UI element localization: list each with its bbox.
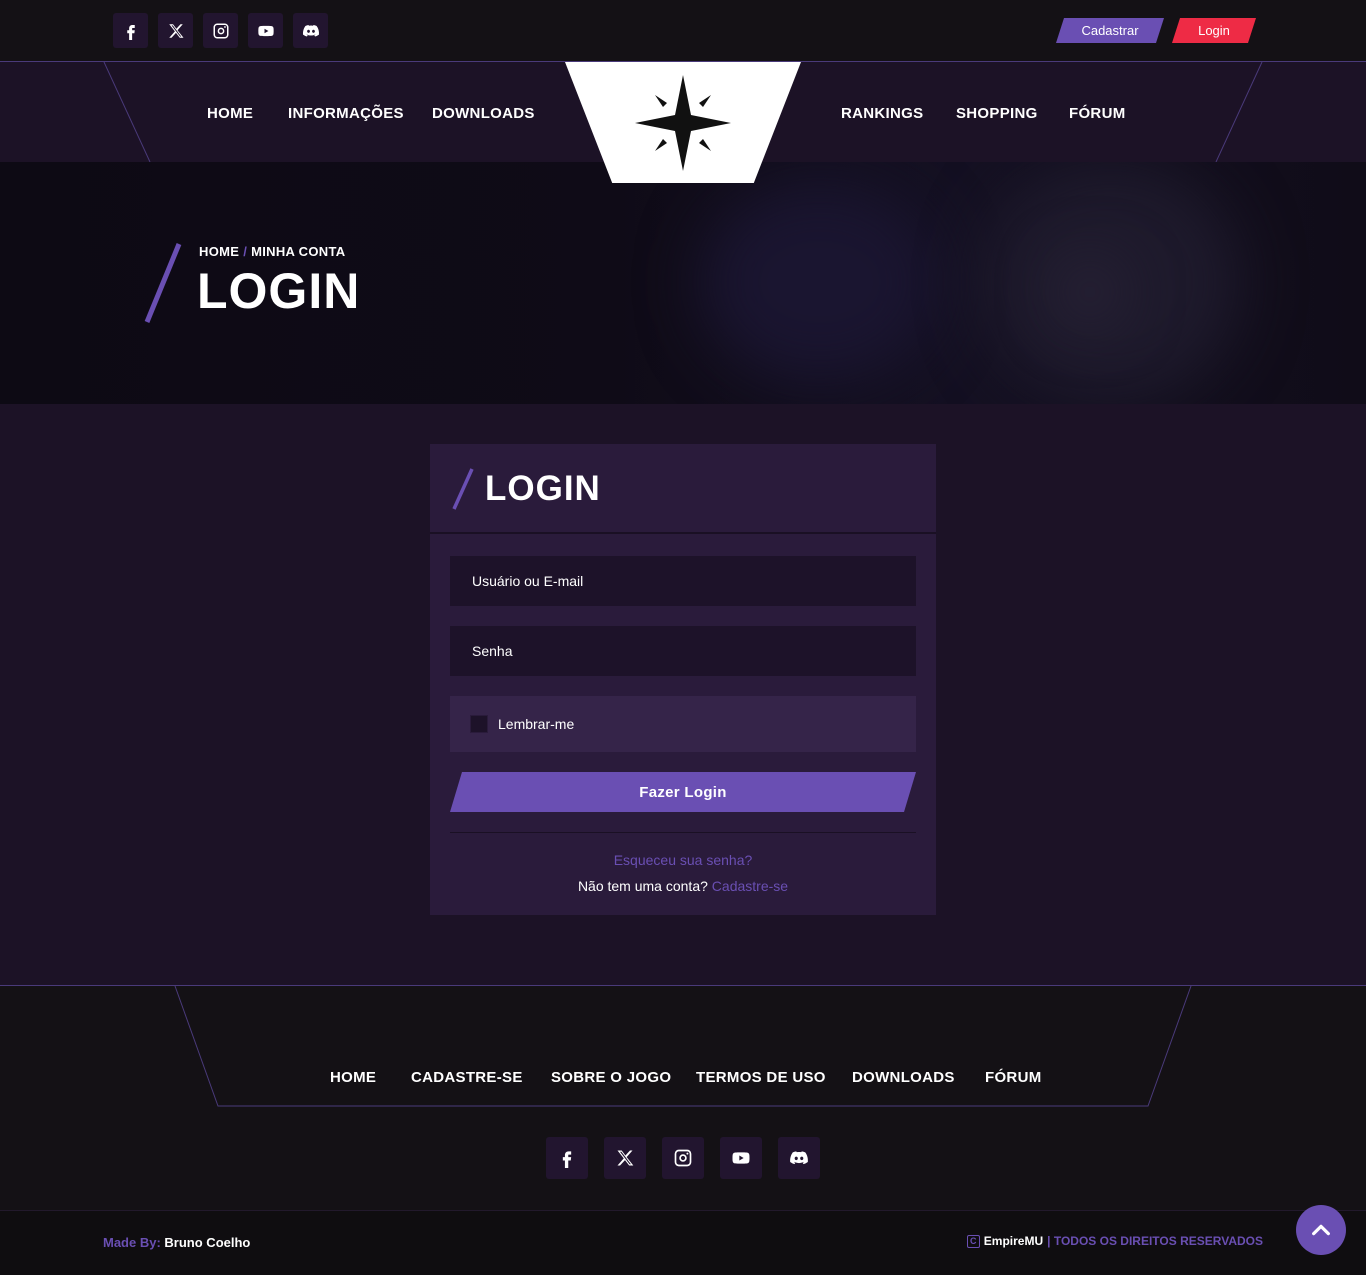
hero-background-shape — [1060, 262, 1120, 322]
nav-item-forum[interactable]: FÓRUM — [1069, 105, 1126, 122]
discord-link[interactable] — [293, 13, 328, 48]
discord-link[interactable] — [778, 1137, 820, 1179]
signup-link[interactable]: Cadastre-se — [712, 878, 788, 894]
breadcrumb-separator: / — [243, 244, 248, 259]
instagram-icon — [213, 23, 228, 38]
remember-me-row: Lembrar-me — [450, 696, 916, 752]
title-slash-icon — [452, 468, 474, 510]
youtube-icon — [257, 25, 274, 36]
nav-item-shopping[interactable]: SHOPPING — [956, 105, 1038, 122]
scroll-to-top-button[interactable] — [1296, 1205, 1346, 1255]
no-account-text: Não tem uma conta? — [577, 878, 708, 894]
youtube-icon — [732, 1152, 750, 1164]
x-twitter-link[interactable] — [158, 13, 193, 48]
compass-star-icon — [635, 74, 731, 171]
auth-buttons: Cadastrar Login — [1056, 18, 1256, 43]
footer-nav-sobre[interactable]: SOBRE O JOGO — [551, 1069, 671, 1086]
nav-item-downloads[interactable]: DOWNLOADS — [432, 105, 535, 122]
footer-nav-cadastre[interactable]: CADASTRE-SE — [411, 1069, 523, 1086]
brand-name: EmpireMU — [983, 1234, 1044, 1248]
discord-icon — [790, 1151, 808, 1165]
submit-login-button[interactable]: Fazer Login — [450, 772, 916, 812]
title-slash-icon — [144, 243, 182, 323]
facebook-icon — [126, 24, 135, 40]
footer-social-links — [546, 1137, 820, 1179]
nav-item-home[interactable]: HOME — [207, 105, 253, 122]
register-button[interactable]: Cadastrar — [1056, 18, 1164, 43]
youtube-link[interactable] — [720, 1137, 762, 1179]
footer-nav-termos[interactable]: TERMOS DE USO — [696, 1069, 826, 1086]
breadcrumb: HOME / MINHA CONTA — [199, 244, 345, 259]
breadcrumb-home[interactable]: HOME — [199, 244, 239, 259]
login-button[interactable]: Login — [1172, 18, 1256, 43]
username-input[interactable] — [450, 556, 916, 606]
top-social-links — [113, 13, 328, 48]
breadcrumb-current: MINHA CONTA — [251, 244, 346, 259]
forgot-password-label[interactable]: Esqueceu sua senha? — [614, 852, 753, 868]
login-card-title: LOGIN — [485, 469, 601, 508]
nav-item-informacoes[interactable]: INFORMAÇÕES — [288, 105, 404, 122]
made-by-credit: Made By: Bruno Coelho — [103, 1235, 250, 1250]
x-twitter-link[interactable] — [604, 1137, 646, 1179]
copyright: C EmpireMU | TODOS OS DIREITOS RESERVADO… — [966, 1234, 1263, 1248]
page-hero: HOME / MINHA CONTA LOGIN — [0, 162, 1366, 404]
footer-nav-home[interactable]: HOME — [330, 1069, 376, 1086]
x-twitter-icon — [168, 23, 183, 38]
password-input[interactable] — [450, 626, 916, 676]
bottom-bar: Made By: Bruno Coelho C EmpireMU | TODOS… — [0, 1210, 1366, 1275]
x-twitter-icon — [617, 1150, 634, 1166]
footer-decoration — [174, 986, 1192, 1107]
footer-nav-forum[interactable]: FÓRUM — [985, 1069, 1042, 1086]
made-by-name: Bruno Coelho — [164, 1235, 251, 1250]
forgot-password-link[interactable]: Esqueceu sua senha? — [430, 852, 936, 868]
instagram-link[interactable] — [203, 13, 238, 48]
youtube-link[interactable] — [248, 13, 283, 48]
footer: HOME CADASTRE-SE SOBRE O JOGO TERMOS DE … — [0, 985, 1366, 1210]
page-title: LOGIN — [197, 263, 361, 319]
no-account-row: Não tem uma conta? Cadastre-se — [430, 878, 936, 894]
top-bar: Cadastrar Login — [0, 0, 1366, 62]
login-card: LOGIN Lembrar-me Fazer Login Esqueceu su… — [430, 444, 936, 915]
remember-me-checkbox[interactable] — [470, 715, 488, 733]
instagram-link[interactable] — [662, 1137, 704, 1179]
facebook-icon — [562, 1151, 572, 1168]
instagram-icon — [674, 1149, 692, 1167]
discord-icon — [302, 24, 319, 37]
divider — [450, 832, 916, 833]
remember-me-label[interactable]: Lembrar-me — [498, 716, 574, 732]
footer-nav-downloads[interactable]: DOWNLOADS — [852, 1069, 955, 1086]
nav-item-rankings[interactable]: RANKINGS — [841, 105, 923, 122]
facebook-link[interactable] — [113, 13, 148, 48]
login-card-header: LOGIN — [430, 444, 936, 534]
facebook-link[interactable] — [546, 1137, 588, 1179]
rights-text: | TODOS OS DIREITOS RESERVADOS — [1047, 1234, 1263, 1248]
made-by-label: Made By: — [103, 1235, 161, 1250]
chevron-up-icon — [1312, 1224, 1330, 1236]
copyright-icon: C — [966, 1234, 980, 1248]
hero-background-shape — [700, 182, 940, 382]
